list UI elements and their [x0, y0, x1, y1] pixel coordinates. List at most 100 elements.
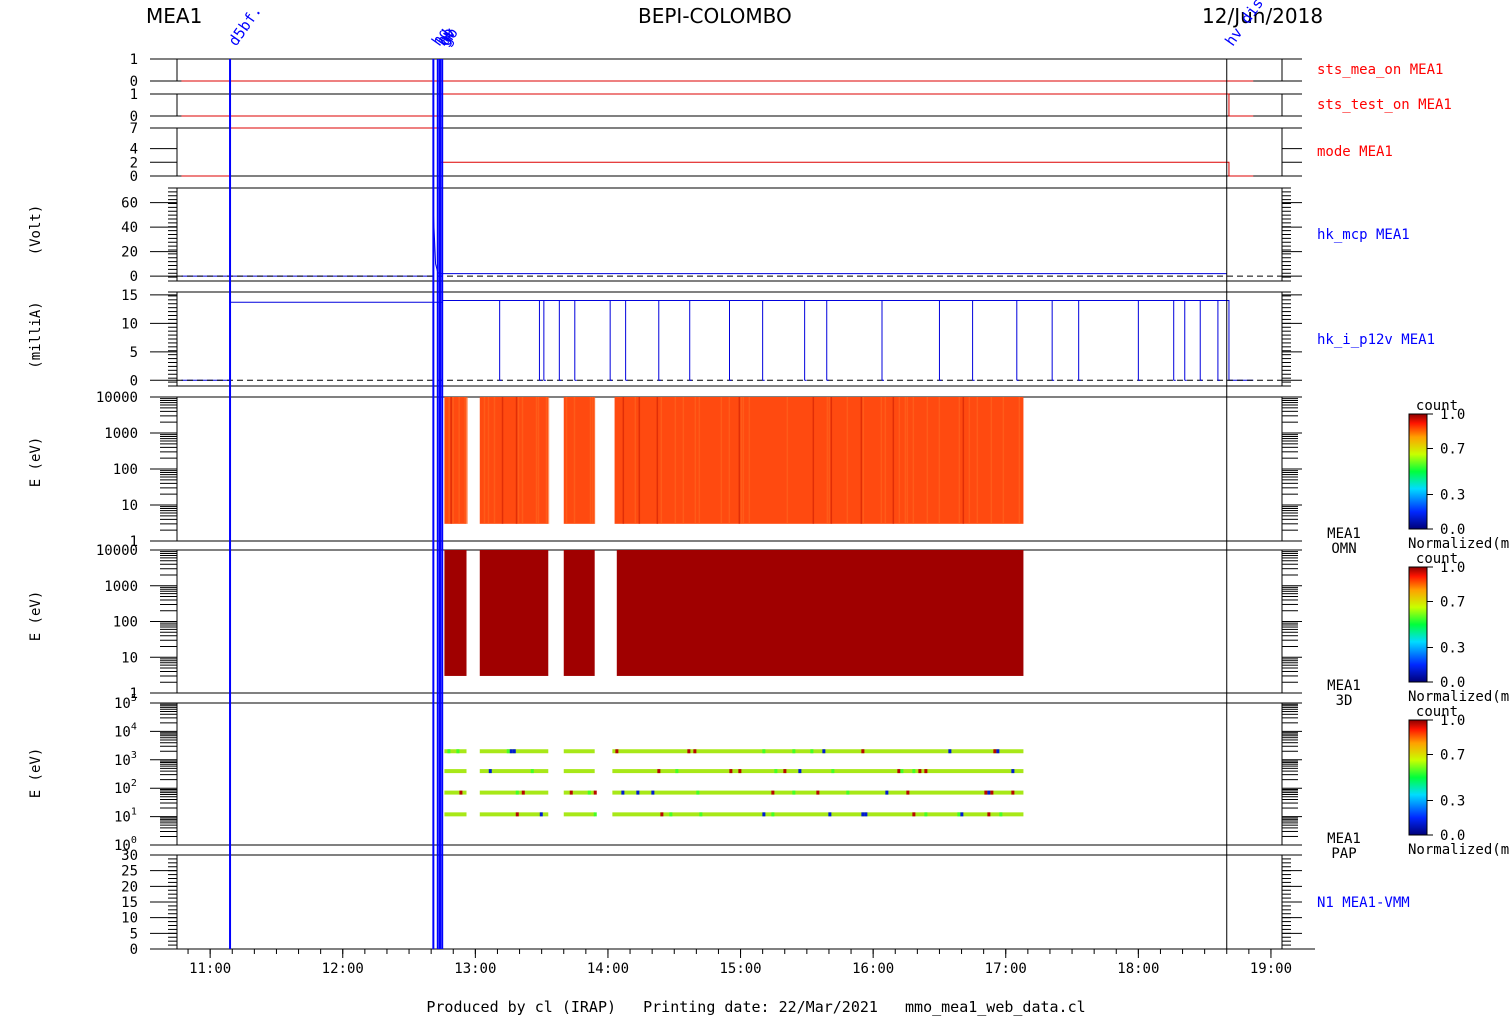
panel-label: mode MEA1	[1317, 144, 1393, 160]
pap-cell	[897, 769, 901, 774]
spectrogram-stripe	[740, 397, 743, 524]
colorbar-label: Normalized(m	[1408, 689, 1509, 705]
panel-label-sub: 3D	[1336, 693, 1353, 709]
colorbar-tick-label: 0.3	[1440, 794, 1465, 810]
spectrogram-stripe	[926, 397, 929, 524]
colorbar	[1408, 413, 1428, 530]
x-tick-label: 16:00	[852, 961, 894, 977]
panel-frame-7	[176, 702, 1283, 846]
pap-band	[479, 812, 549, 817]
y-tick-label: 15	[121, 895, 138, 911]
pap-cell	[506, 749, 510, 754]
y-tick-label: 10	[121, 911, 138, 927]
y-tick-label: 15	[121, 288, 138, 304]
y-tick-exponent: 4	[131, 721, 137, 732]
y-tick-label: 10	[121, 650, 138, 666]
spectrogram-block	[616, 550, 1024, 676]
y-tick-exponent: 2	[131, 778, 137, 789]
pap-cell	[530, 769, 534, 774]
spectrogram-stripe	[521, 397, 524, 524]
spectrogram-stripe	[742, 397, 745, 524]
pap-cell	[456, 749, 460, 754]
y-tick-label: 100	[113, 615, 138, 631]
y-tick-label: 25	[121, 864, 138, 880]
y-tick-exponent: 0	[131, 835, 137, 846]
spectrogram-stripe	[466, 397, 468, 524]
x-tick-label: 19:00	[1250, 961, 1292, 977]
spectrogram-stripe	[682, 397, 685, 524]
spectrogram-stripe	[448, 397, 450, 524]
pap-cell	[987, 790, 991, 795]
pap-cell	[593, 790, 597, 795]
pap-cell	[587, 790, 591, 795]
pap-band	[479, 790, 549, 795]
pap-cell	[999, 812, 1003, 817]
panel-label-sub: PAP	[1331, 846, 1356, 862]
pap-cell	[447, 749, 451, 754]
y-tick-label: 0	[130, 269, 138, 285]
footer-script: mmo_mea1_web_data.cl	[905, 998, 1086, 1016]
pap-cell	[810, 749, 814, 754]
pap-cell	[924, 769, 928, 774]
plot-area: 10sts_mea_on MEA110sts_test_on MEA17420m…	[28, 0, 1509, 977]
footer-printing: Printing date: 22/Mar/2021	[643, 998, 878, 1016]
spectrogram-stripe	[622, 397, 625, 524]
colorbar-tick-label: 0.7	[1440, 442, 1465, 458]
panel-label: MEA1	[1327, 678, 1361, 694]
pap-band	[563, 769, 595, 774]
pap-cell	[696, 790, 700, 795]
pap-band	[444, 812, 467, 817]
pap-cell	[864, 812, 868, 817]
colorbar	[1408, 719, 1428, 836]
x-tick-label: 13:00	[454, 961, 496, 977]
pap-cell	[771, 790, 775, 795]
y-tick-exponent: 3	[131, 750, 137, 761]
pap-cell	[885, 790, 889, 795]
pap-cell	[993, 749, 997, 754]
spectrogram-stripe	[898, 397, 901, 524]
y-tick-label: 103	[114, 750, 137, 769]
panel-frame-2	[176, 127, 1283, 177]
pap-cell	[515, 790, 519, 795]
spectrogram-stripe	[638, 397, 641, 524]
spectrogram-stripe	[892, 397, 895, 524]
pap-cell	[828, 812, 832, 817]
pap-cell	[539, 812, 543, 817]
y-tick-exponent: 5	[131, 693, 137, 704]
y-tick-label: 60	[121, 196, 138, 212]
spectrogram-stripe	[464, 397, 466, 524]
pap-cell	[924, 812, 928, 817]
spectrogram-stripe	[452, 397, 454, 524]
pap-cell	[912, 812, 916, 817]
pap-cell	[651, 790, 655, 795]
colorbar-tick-label: 0.3	[1440, 488, 1465, 504]
x-tick-label: 17:00	[985, 961, 1027, 977]
spectrogram-stripe	[830, 397, 833, 524]
y-axis-label: E (eV)	[28, 748, 44, 799]
spectrogram-stripe	[720, 397, 723, 524]
pap-cell	[660, 812, 664, 817]
y-tick-label: 1	[130, 87, 138, 103]
spectrogram-stripe	[1002, 397, 1005, 524]
pap-cell	[693, 749, 697, 754]
y-tick-label: 20	[121, 879, 138, 895]
panel-frame-1	[176, 93, 1283, 117]
pap-cell	[906, 790, 910, 795]
pap-cell	[675, 769, 679, 774]
spectrogram-stripe	[694, 397, 697, 524]
panel-label: MEA1	[1327, 831, 1361, 847]
spectrogram-block	[444, 550, 467, 676]
footer: Produced by cl (IRAP) Printing date: 22/…	[0, 998, 1512, 1016]
spectrogram-stripe	[860, 397, 863, 524]
panel-label: hk_mcp MEA1	[1317, 227, 1410, 243]
pap-cell	[569, 790, 573, 795]
x-tick-label: 12:00	[322, 961, 364, 977]
spectrogram-stripe	[698, 397, 701, 524]
spectrogram-stripe	[1018, 397, 1021, 524]
pap-cell	[918, 769, 922, 774]
spectrogram-block	[479, 550, 549, 676]
spectrogram-stripe	[912, 397, 915, 524]
y-tick-label: 10000	[96, 390, 138, 406]
spectrogram-stripe	[483, 397, 486, 524]
pap-cell	[687, 749, 691, 754]
